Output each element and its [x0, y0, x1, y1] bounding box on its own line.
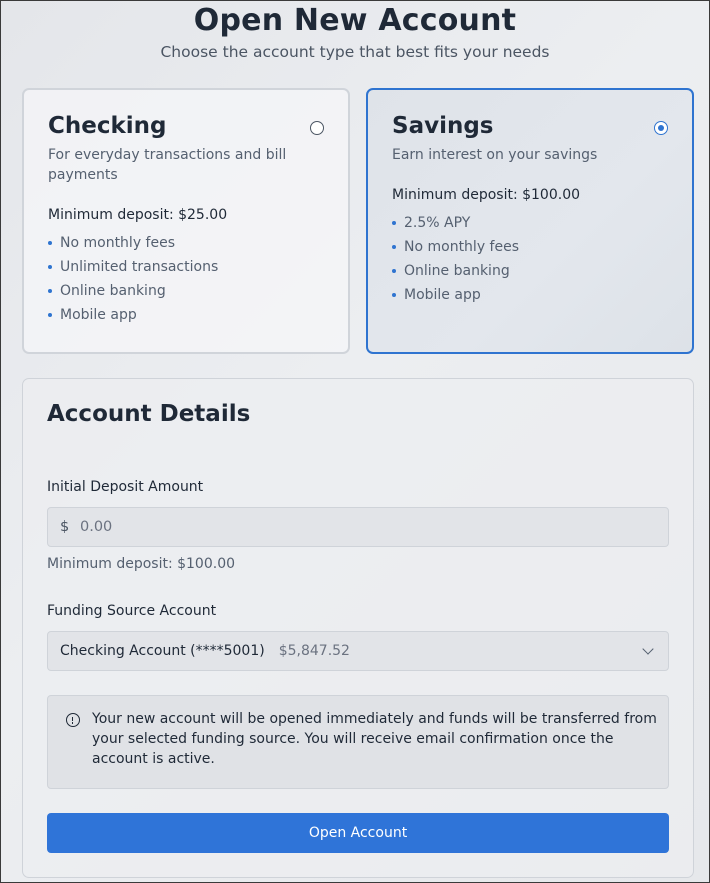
bullet-icon	[392, 245, 396, 249]
feature-item: No monthly fees	[48, 231, 324, 255]
account-details-panel: Account Details Initial Deposit Amount $…	[22, 378, 694, 878]
card-description: Earn interest on your savings	[392, 147, 598, 163]
card-minimum-deposit: Minimum deposit: $25.00	[48, 207, 228, 223]
deposit-input-wrapper[interactable]: $	[47, 507, 669, 547]
feature-item: Mobile app	[48, 303, 324, 327]
notice-text: Your new account will be opened immediat…	[92, 711, 657, 767]
funding-label: Funding Source Account	[47, 603, 217, 619]
account-type-card-savings[interactable]: Savings Earn interest on your savings Mi…	[366, 88, 694, 354]
bullet-icon	[392, 293, 396, 297]
card-title: Savings	[392, 113, 494, 139]
feature-item: Mobile app	[392, 283, 668, 307]
card-minimum-deposit: Minimum deposit: $100.00	[392, 187, 581, 203]
feature-text: Unlimited transactions	[60, 259, 219, 275]
info-circle-icon	[66, 713, 80, 727]
info-notice: Your new account will be opened immediat…	[47, 695, 669, 789]
funding-account-balance: $5,847.52	[278, 643, 350, 659]
deposit-helper-text: Minimum deposit: $100.00	[47, 556, 236, 572]
feature-list: No monthly fees Unlimited transactions O…	[48, 231, 324, 327]
feature-text: No monthly fees	[60, 235, 176, 251]
feature-item: 2.5% APY	[392, 211, 668, 235]
checking-radio[interactable]	[310, 121, 324, 135]
page-subtitle: Choose the account type that best fits y…	[160, 43, 550, 61]
feature-list: 2.5% APY No monthly fees Online banking …	[392, 211, 668, 307]
funding-selected-value: Checking Account (****5001) $5,847.52	[60, 643, 350, 659]
bullet-icon	[392, 269, 396, 273]
card-description: For everyday transactions and bill payme…	[48, 147, 287, 183]
feature-item: Unlimited transactions	[48, 255, 324, 279]
feature-text: 2.5% APY	[404, 215, 471, 231]
deposit-amount-input[interactable]	[80, 508, 640, 546]
feature-item: Online banking	[48, 279, 324, 303]
feature-text: Online banking	[404, 263, 510, 279]
feature-text: No monthly fees	[404, 239, 520, 255]
chevron-down-icon	[642, 643, 654, 655]
account-type-card-checking[interactable]: Checking For everyday transactions and b…	[22, 88, 350, 354]
feature-text: Mobile app	[404, 287, 481, 303]
feature-text: Mobile app	[60, 307, 137, 323]
funding-account-name: Checking Account (****5001)	[60, 643, 265, 659]
feature-item: No monthly fees	[392, 235, 668, 259]
section-title: Account Details	[47, 401, 251, 427]
bullet-icon	[48, 313, 52, 317]
feature-item: Online banking	[392, 259, 668, 283]
open-account-button[interactable]: Open Account	[47, 813, 669, 853]
funding-source-select[interactable]: Checking Account (****5001) $5,847.52	[47, 631, 669, 671]
feature-text: Online banking	[60, 283, 166, 299]
page-title: Open New Account	[193, 3, 517, 38]
currency-symbol: $	[60, 519, 70, 535]
bullet-icon	[48, 289, 52, 293]
bullet-icon	[392, 221, 396, 225]
bullet-icon	[48, 241, 52, 245]
bullet-icon	[48, 265, 52, 269]
savings-radio[interactable]	[654, 121, 668, 135]
deposit-label: Initial Deposit Amount	[47, 479, 204, 495]
card-title: Checking	[48, 113, 167, 139]
